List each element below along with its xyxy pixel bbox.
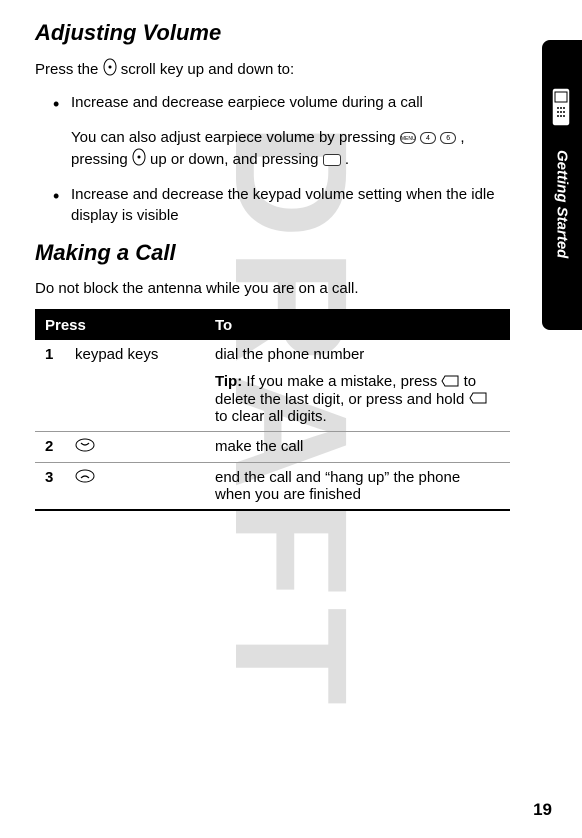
scroll-key-icon <box>132 148 146 172</box>
scroll-key-icon <box>103 58 117 82</box>
call-key-icon <box>75 438 95 456</box>
row-number: 2 <box>35 432 65 463</box>
table-row: 3 end the call and “hang up” the phone w… <box>35 463 510 511</box>
heading-adjusting-volume: Adjusting Volume <box>35 20 510 46</box>
intro-paragraph-1: Press the scroll key up and down to: <box>35 58 510 82</box>
text-fragment: up or down, and pressing <box>150 151 323 168</box>
instruction-table: Press To 1 keypad keys dial the phone nu… <box>35 309 510 511</box>
delete-key-icon <box>441 374 459 391</box>
column-header-to: To <box>205 310 510 340</box>
sub-paragraph: You can also adjust earpiece volume by p… <box>71 127 510 172</box>
four-key-icon: 4 <box>420 132 436 144</box>
section-label: Getting Started <box>554 150 571 258</box>
text-fragment: If you make a mistake, press <box>242 373 441 390</box>
press-cell <box>65 463 205 511</box>
delete-key-icon <box>469 391 487 408</box>
text-fragment: to clear all digits. <box>215 408 327 425</box>
tip-block: Tip: If you make a mistake, press to del… <box>215 373 500 425</box>
to-cell: make the call <box>205 432 510 463</box>
menu-key-icon: MENU <box>400 132 416 144</box>
six-key-icon: 6 <box>440 132 456 144</box>
text-fragment: . <box>345 151 349 168</box>
press-cell <box>65 432 205 463</box>
text-fragment: You can also adjust earpiece volume by p… <box>71 129 400 146</box>
to-cell: dial the phone number Tip: If you make a… <box>205 340 510 432</box>
phone-device-icon <box>548 82 576 132</box>
column-header-press: Press <box>35 310 205 340</box>
table-row: 1 keypad keys dial the phone number Tip:… <box>35 340 510 432</box>
heading-making-a-call: Making a Call <box>35 240 510 266</box>
table-row: 2 make the call <box>35 432 510 463</box>
text-fragment: Press the <box>35 61 103 78</box>
intro-paragraph-2: Do not block the antenna while you are o… <box>35 278 510 299</box>
to-cell: end the call and “hang up” the phone whe… <box>205 463 510 511</box>
list-item: Increase and decrease earpiece volume du… <box>53 92 510 172</box>
soft-key-icon <box>323 154 341 166</box>
page-number: 19 <box>533 800 552 820</box>
press-cell: keypad keys <box>65 340 205 432</box>
row-number: 1 <box>35 340 65 432</box>
text-fragment: Increase and decrease earpiece volume du… <box>71 94 423 111</box>
text-fragment: dial the phone number <box>215 346 364 363</box>
row-number: 3 <box>35 463 65 511</box>
text-fragment: Increase and decrease the keypad volume … <box>71 186 495 224</box>
end-call-key-icon <box>75 469 95 487</box>
list-item: Increase and decrease the keypad volume … <box>53 184 510 226</box>
tip-label: Tip: <box>215 373 242 390</box>
text-fragment: scroll key up and down to: <box>121 61 294 78</box>
bullet-list: Increase and decrease earpiece volume du… <box>35 92 510 226</box>
